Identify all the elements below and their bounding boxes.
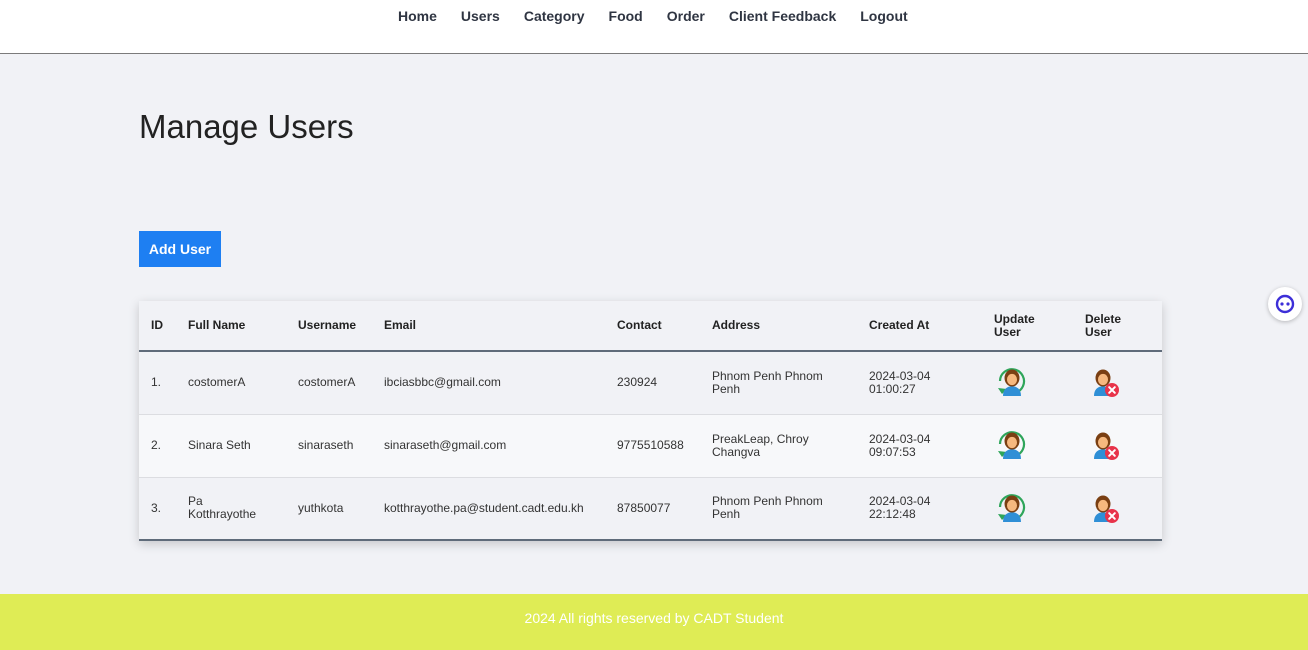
user-refresh-icon[interactable] [994, 426, 1030, 462]
table-row: 3. Pa Kotthrayothe yuthkota kotthrayothe… [139, 477, 1162, 540]
page-title: Manage Users [139, 108, 354, 145]
cell-id: 3. [151, 500, 162, 515]
assistant-face-icon [1275, 294, 1295, 314]
table-header-row: ID Full Name Username Email Contact Addr… [139, 301, 1162, 351]
cell-email: sinaraseth@gmail.com [384, 438, 507, 452]
cell-created-at: 2024-03-04 01:00:27 [869, 368, 931, 396]
user-delete-icon[interactable] [1085, 363, 1121, 399]
nav-menu: Home Users Category Food Order Client Fe… [398, 8, 908, 24]
cell-full-name: Sinara Seth [188, 438, 251, 452]
header-delete-user: Delete User [1085, 311, 1122, 339]
header-update-user: Update User [994, 311, 1035, 339]
cell-delete [1073, 477, 1162, 540]
nav-item-order[interactable]: Order [667, 8, 705, 24]
cell-contact: 9775510588 [617, 438, 684, 452]
cell-username: sinaraseth [298, 438, 354, 452]
navbar: Home Users Category Food Order Client Fe… [0, 0, 1308, 54]
users-table: ID Full Name Username Email Contact Addr… [139, 301, 1162, 541]
cell-contact: 87850077 [617, 500, 671, 515]
nav-item-users[interactable]: Users [461, 8, 500, 24]
user-refresh-icon[interactable] [994, 489, 1030, 525]
cell-full-name: Pa Kotthrayothe [188, 494, 257, 522]
cell-full-name: costomerA [188, 375, 246, 390]
cell-contact: 230924 [617, 375, 658, 390]
nav-item-category[interactable]: Category [524, 8, 585, 24]
cell-update [982, 351, 1073, 414]
cell-email: kotthrayothe.pa@student.cadt.edu.kh [384, 500, 584, 515]
cell-id: 2. [151, 438, 162, 452]
header-email: Email [384, 318, 417, 332]
cell-delete [1073, 414, 1162, 477]
cell-address: PreakLeap, Chroy Changva [712, 431, 809, 459]
cell-username: yuthkota [298, 500, 344, 515]
cell-created-at: 2024-03-04 09:07:53 [869, 431, 931, 459]
nav-item-food[interactable]: Food [609, 8, 643, 24]
nav-item-client-feedback[interactable]: Client Feedback [729, 8, 836, 24]
table-row: 1. costomerA costomerA ibciasbbc@gmail.c… [139, 351, 1162, 414]
cell-update [982, 414, 1073, 477]
header-address: Address [712, 318, 761, 332]
footer: 2024 All rights reserved by CADT Student [0, 594, 1308, 650]
header-full-name: Full Name [188, 318, 246, 332]
header-created-at: Created At [869, 318, 930, 332]
cell-address: Phnom Penh Phnom Penh [712, 494, 823, 522]
cell-email: ibciasbbc@gmail.com [384, 375, 501, 390]
user-delete-icon[interactable] [1085, 489, 1121, 525]
cell-delete [1073, 351, 1162, 414]
footer-text: 2024 All rights reserved by CADT Student [524, 610, 784, 626]
cell-address: Phnom Penh Phnom Penh [712, 368, 823, 396]
header-contact: Contact [617, 318, 662, 332]
user-refresh-icon[interactable] [994, 363, 1030, 399]
header-username: Username [298, 318, 357, 332]
users-table-container: ID Full Name Username Email Contact Addr… [139, 301, 1162, 541]
cell-created-at: 2024-03-04 22:12:48 [869, 494, 931, 522]
cell-update [982, 477, 1073, 540]
header-id: ID [151, 318, 163, 332]
nav-item-logout[interactable]: Logout [860, 8, 907, 24]
table-row: 2. Sinara Seth sinaraseth sinaraseth@gma… [139, 414, 1162, 477]
add-user-button[interactable]: Add User [139, 231, 221, 267]
cell-username: costomerA [298, 375, 356, 390]
user-delete-icon[interactable] [1085, 426, 1121, 462]
nav-item-home[interactable]: Home [398, 8, 437, 24]
assistant-widget-button[interactable] [1268, 287, 1302, 321]
cell-id: 1. [151, 375, 162, 390]
